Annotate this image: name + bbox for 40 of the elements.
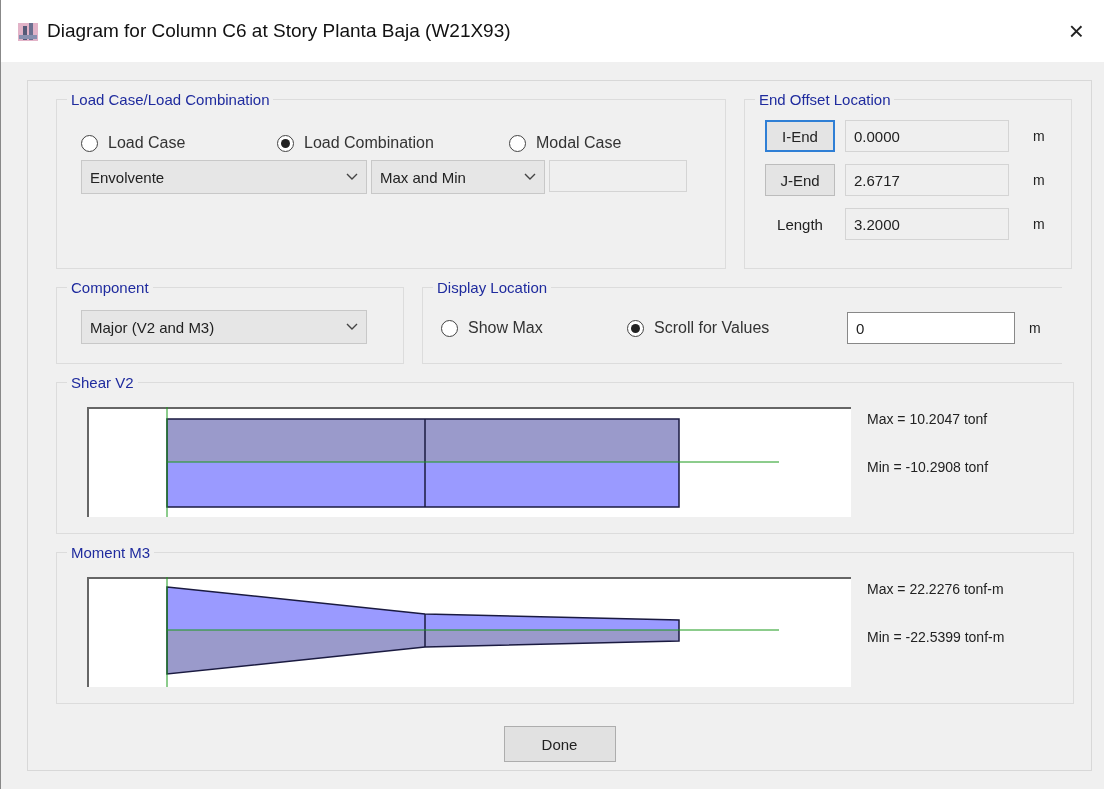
caret-icon [346,323,358,331]
close-button[interactable]: × [1062,15,1090,47]
field-label: Length [776,215,824,233]
caret-icon [524,173,536,181]
group-title: Shear V2 [67,374,138,391]
group-title: Display Location [433,279,552,296]
radio-option[interactable]: Load Case [81,134,277,152]
radio-button[interactable] [81,134,98,152]
caret-icon [346,173,358,181]
radio-option[interactable]: Modal Case [509,134,709,152]
offset-field[interactable]: 0.0000 [845,120,1009,152]
radio-option[interactable]: Load Combination [277,134,509,152]
group-title: End Offset Location [755,91,895,108]
max-reading: Max = 10.2047 tonf [867,411,989,427]
offset-field[interactable]: 2.6717 [845,164,1009,196]
min-reading: Min = -10.2908 tonf [867,459,989,475]
unit-label: m [1033,172,1045,188]
location-field[interactable]: 0 [847,312,1015,344]
end-button[interactable]: I-End [765,120,835,152]
radio-button[interactable] [509,134,526,152]
unit-label: m [1029,320,1041,336]
radio-option[interactable]: Show Max [441,319,627,337]
unit-label: m [1033,128,1045,144]
input-field[interactable] [549,160,687,192]
window-title: Diagram for Column C6 at Story Planta Baja (W21X93) [47,20,512,42]
load-combination-dropdown[interactable]: Envolvente [81,160,367,194]
radio-button[interactable] [277,134,294,152]
end-button[interactable]: J-End [765,164,835,196]
result-type-dropdown[interactable]: Max and Min [371,160,545,194]
done-button[interactable]: Done [503,726,616,762]
app-icon [17,20,39,42]
offset-field[interactable]: 3.2000 [845,208,1009,240]
min-reading: Min = -22.5399 tonf-m [867,629,1005,645]
radio-button[interactable] [441,319,458,337]
radio-button[interactable] [627,319,644,337]
radio-option[interactable]: Scroll for Values [627,319,847,337]
group-title: Load Case/Load Combination [67,91,274,108]
max-reading: Max = 22.2276 tonf-m [867,581,1005,597]
unit-label: m [1033,216,1045,232]
component-dropdown[interactable]: Major (V2 and M3) [81,310,367,344]
